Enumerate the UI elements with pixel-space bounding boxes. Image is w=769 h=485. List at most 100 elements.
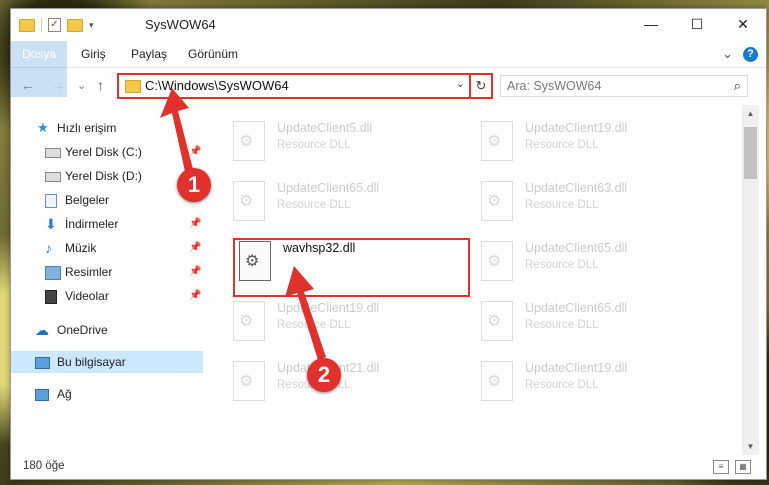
address-path: C:\Windows\SysWOW64 <box>145 78 289 93</box>
sidebar-item-disk-d[interactable]: Yerel Disk (D:) <box>11 165 203 187</box>
gear-icon: ⚙ <box>487 313 502 330</box>
properties-icon[interactable]: ✓ <box>48 18 61 32</box>
file-type: Resource DLL <box>277 199 351 211</box>
highlight-box <box>233 238 470 297</box>
quick-access-toolbar: ✓ ▾ <box>19 18 94 32</box>
tab-paylas[interactable]: Paylaş <box>131 41 167 67</box>
item-count: 180 öğe <box>23 460 65 472</box>
back-button[interactable]: ← <box>21 77 35 93</box>
scroll-up-icon[interactable]: ▲ <box>742 105 759 122</box>
file-item[interactable]: ⚙ UpdateClient65.dll Resource DLL <box>475 295 715 351</box>
sidebar-item-music[interactable]: ♪ Müzik 📌 <box>11 237 203 259</box>
sidebar-item-downloads[interactable]: ⬇ İndirmeler 📌 <box>11 213 203 235</box>
navigation-bar: ← → ⌄ ↑ C:\Windows\SysWOW64 ⌄ ↻ Ara: Sys… <box>11 67 766 105</box>
gear-icon: ⚙ <box>239 133 254 150</box>
window-title: SysWOW64 <box>145 17 216 32</box>
file-name: UpdateClient19.dll <box>277 301 380 315</box>
new-folder-icon[interactable] <box>67 18 83 32</box>
file-item[interactable]: ⚙ UpdateClient21.dll Resource DLL <box>227 355 467 411</box>
pin-icon[interactable]: 📌 <box>189 213 201 235</box>
pin-icon[interactable]: 📌 <box>189 141 201 163</box>
star-icon: ★ <box>37 120 49 135</box>
sidebar-item-label: Hızlı erişim <box>57 121 117 135</box>
explorer-window: ✓ ▾ SysWOW64 — ☐ ✕ Dosya Giriş Paylaş Gö… <box>10 8 767 480</box>
ribbon-tabs: Dosya Giriş Paylaş Görünüm ⌄ ? <box>11 41 766 97</box>
large-icons-view-icon[interactable]: ▦ <box>735 460 751 474</box>
music-icon: ♪ <box>45 240 52 256</box>
forward-button[interactable]: → <box>51 77 65 93</box>
sidebar-item-label: Yerel Disk (C:) <box>65 145 142 159</box>
tab-gorunum[interactable]: Görünüm <box>188 41 238 67</box>
step-2-badge: 2 <box>307 358 341 392</box>
file-item[interactable]: ⚙ UpdateClient63.dll Resource DLL <box>475 175 715 231</box>
sidebar-item-pictures[interactable]: Resimler 📌 <box>11 261 203 283</box>
status-bar: 180 öğe ≡ ▦ <box>11 455 766 479</box>
sidebar-item-videos[interactable]: Videolar 📌 <box>11 285 203 307</box>
close-button[interactable]: ✕ <box>720 9 766 41</box>
file-name: UpdateClient65.dll <box>525 241 628 255</box>
sidebar-item-quick-access[interactable]: ★ Hızlı erişim <box>11 117 203 139</box>
file-item[interactable]: ⚙ UpdateClient19.dll Resource DLL <box>227 295 467 351</box>
file-type: Resource DLL <box>525 319 599 331</box>
sidebar-item-label: Videolar <box>65 289 109 303</box>
vertical-scrollbar[interactable]: ▲ ▼ <box>742 105 759 455</box>
file-type: Resource DLL <box>525 259 599 271</box>
documents-icon <box>45 194 57 208</box>
cloud-icon: ☁ <box>35 322 49 338</box>
minimize-button[interactable]: — <box>628 9 674 41</box>
network-icon <box>35 389 49 401</box>
details-view-icon[interactable]: ≡ <box>713 460 729 474</box>
file-type: Resource DLL <box>277 319 351 331</box>
sidebar-item-label: Müzik <box>65 241 97 255</box>
file-item[interactable]: ⚙ UpdateClient5.dll Resource DLL <box>227 115 467 171</box>
file-item[interactable]: ⚙ UpdateClient19.dll Resource DLL <box>475 355 715 411</box>
sidebar-item-label: Yerel Disk (D:) <box>65 169 142 183</box>
gear-icon: ⚙ <box>239 313 254 330</box>
sidebar-item-label: Bu bilgisayar <box>57 355 126 369</box>
ribbon-expand-icon[interactable]: ⌄ <box>722 46 733 62</box>
ribbon-controls: ⌄ ? <box>722 46 758 62</box>
file-type: Resource DLL <box>525 199 599 211</box>
pin-icon[interactable]: 📌 <box>189 261 201 283</box>
address-bar[interactable]: C:\Windows\SysWOW64 ⌄ <box>117 73 471 99</box>
help-icon[interactable]: ? <box>743 46 758 62</box>
sidebar-item-network[interactable]: Ağ <box>11 383 203 405</box>
file-name: UpdateClient63.dll <box>525 181 628 195</box>
pin-icon[interactable]: 📌 <box>189 237 201 259</box>
gear-icon: ⚙ <box>239 193 254 210</box>
folder-icon <box>19 18 35 32</box>
chevron-down-icon[interactable]: ⌄ <box>456 77 465 90</box>
maximize-button[interactable]: ☐ <box>674 9 720 41</box>
file-name: UpdateClient19.dll <box>525 121 628 135</box>
sidebar-item-label: Belgeler <box>65 193 110 207</box>
up-button[interactable]: ↑ <box>97 77 104 93</box>
customize-dropdown-icon[interactable]: ▾ <box>89 20 94 31</box>
sidebar-item-label: OneDrive <box>57 323 108 337</box>
step-1-badge: 1 <box>177 168 211 202</box>
computer-icon <box>35 357 50 369</box>
drive-icon <box>45 148 61 158</box>
file-name: UpdateClient65.dll <box>525 301 628 315</box>
file-item[interactable]: ⚙ UpdateClient65.dll Resource DLL <box>475 235 715 291</box>
file-type: Resource DLL <box>525 139 599 151</box>
scroll-thumb[interactable] <box>744 127 757 179</box>
folder-icon <box>125 80 141 93</box>
sidebar-item-label: İndirmeler <box>65 217 119 231</box>
sidebar-item-disk-c[interactable]: Yerel Disk (C:) 📌 <box>11 141 203 163</box>
tab-giris[interactable]: Giriş <box>81 41 106 67</box>
file-item[interactable]: ⚙ UpdateClient65.dll Resource DLL <box>227 175 467 231</box>
recent-locations-button[interactable]: ⌄ <box>77 79 86 92</box>
pictures-icon <box>45 266 61 280</box>
sidebar-item-documents[interactable]: Belgeler <box>11 189 203 211</box>
refresh-button[interactable]: ↻ <box>469 73 493 99</box>
sidebar-item-this-pc[interactable]: Bu bilgisayar <box>11 351 203 373</box>
search-icon[interactable]: ⌕ <box>734 78 741 94</box>
gear-icon: ⚙ <box>487 193 502 210</box>
file-item[interactable]: ⚙ UpdateClient19.dll Resource DLL <box>475 115 715 171</box>
scroll-down-icon[interactable]: ▼ <box>742 438 759 455</box>
gear-icon: ⚙ <box>487 253 502 270</box>
download-icon: ⬇ <box>45 216 57 232</box>
search-input[interactable]: Ara: SysWOW64 ⌕ <box>500 75 748 97</box>
pin-icon[interactable]: 📌 <box>189 285 201 307</box>
sidebar-item-onedrive[interactable]: ☁ OneDrive <box>11 319 203 341</box>
